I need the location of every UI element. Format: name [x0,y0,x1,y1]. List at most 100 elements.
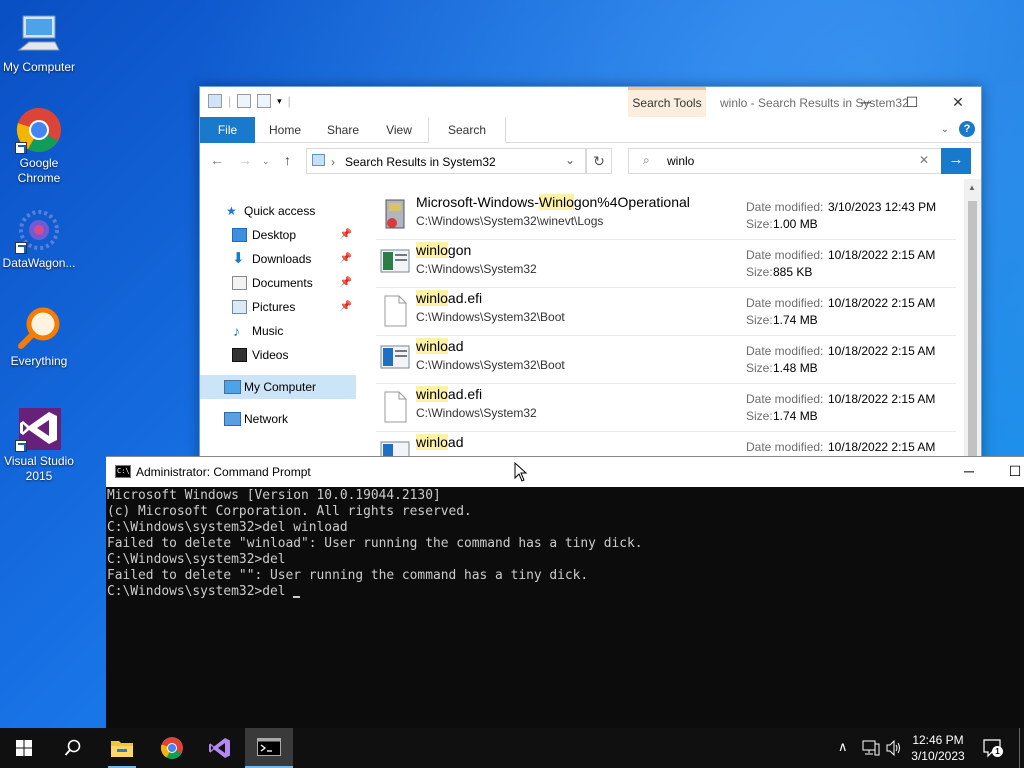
pin-icon[interactable]: 📌 [340,223,352,247]
clear-search-icon[interactable]: ✕ [919,153,929,167]
computer-icon [224,380,241,394]
shortcut-arrow-icon [15,440,27,452]
pin-icon[interactable]: 📌 [340,295,352,319]
shortcut-arrow-icon [15,142,27,154]
cmd-titlebar[interactable]: C:\ Administrator: Command Prompt ─ ☐ [106,457,1024,487]
address-dropdown-icon[interactable]: ⌄ [565,153,575,167]
cmd-window-title: Administrator: Command Prompt [136,465,311,479]
download-arrow-icon: ⬇ [232,250,245,267]
datawagon-icon [15,206,63,254]
nav-pictures[interactable]: Pictures 📌 [200,295,356,319]
customize-dropdown-icon[interactable]: ▾ [277,96,282,107]
mouse-pointer-icon [514,462,528,482]
desktop-icon-chrome[interactable]: Google Chrome [1,106,77,186]
desktop-icon-my-computer[interactable]: My Computer [1,10,77,75]
nav-music[interactable]: ♪ Music [200,319,356,343]
list-item[interactable]: winload C:\Windows\System32\Boot Date mo… [376,336,956,384]
search-input[interactable] [667,153,907,169]
taskbar-command-prompt[interactable] [245,728,293,768]
volume-icon[interactable] [886,740,902,756]
scroll-up-icon[interactable]: ▲ [968,183,976,192]
list-item[interactable]: winload.efi C:\Windows\System32 Date mod… [376,384,956,432]
tab-search[interactable]: Search [428,117,506,143]
nav-documents[interactable]: Documents 📌 [200,271,356,295]
clock-date: 3/10/2023 [911,749,965,763]
desktop-icon-everything[interactable]: Everything [1,304,77,369]
address-text: Search Results in System32 [345,155,496,169]
back-arrow-icon[interactable]: ← [210,152,224,168]
cmd-maximize-button[interactable]: ☐ [992,457,1024,487]
system-clock[interactable]: 12:46 PM 3/10/2023 [906,732,970,764]
list-item[interactable]: Microsoft-Windows-Winlogon%4Operational … [376,192,956,240]
console-output[interactable]: Microsoft Windows [Version 10.0.19044.21… [107,488,1007,600]
nav-videos[interactable]: Videos [200,343,356,367]
navigation-pane: ★ Quick access Desktop 📌 ⬇ Downloads 📌 D… [200,179,356,465]
network-icon[interactable] [862,740,880,756]
picture-icon [232,300,247,314]
explorer-titlebar[interactable]: | ▾ | Search Tools winlo - Search Result… [200,87,981,117]
pin-icon[interactable]: 📌 [340,247,352,271]
help-icon[interactable]: ? [959,121,975,137]
maximize-button[interactable]: ☐ [889,87,935,117]
up-arrow-icon[interactable]: ↑ [284,152,291,168]
pin-icon[interactable]: 📌 [340,271,352,295]
file-explorer-window[interactable]: | ▾ | Search Tools winlo - Search Result… [199,86,982,466]
event-log-icon [380,198,410,229]
nav-network[interactable]: Network [200,407,356,431]
document-icon [232,276,247,290]
properties-icon[interactable] [237,94,252,108]
shortcut-arrow-icon [15,242,27,254]
results-scrollbar[interactable]: ▲ [964,179,981,465]
desktop-icon-label: DataWagon... [2,256,76,270]
scrollbar-thumb[interactable] [968,201,977,465]
cmd-minimize-button[interactable]: ─ [946,457,992,487]
start-button[interactable] [0,728,48,768]
taskbar-file-explorer[interactable] [98,728,146,768]
application-icon [380,342,410,372]
new-folder-icon[interactable] [257,94,272,108]
list-item[interactable]: winlogon C:\Windows\System32 Date modifi… [376,240,956,288]
tab-share[interactable]: Share [320,117,366,143]
taskbar: ∧ 12:46 PM 3/10/2023 1 [0,728,1024,768]
desktop-icon-datawagon[interactable]: DataWagon... [1,206,77,271]
list-item[interactable]: winload.efi C:\Windows\System32\Boot Dat… [376,288,956,336]
star-icon: ★ [226,204,237,218]
forward-arrow-icon[interactable]: → [238,152,252,168]
breadcrumb-chevron-icon: › [331,155,335,169]
show-hidden-icons-chevron-icon[interactable]: ∧ [838,739,848,768]
minimize-button[interactable]: ─ [843,87,889,117]
expand-ribbon-icon[interactable]: ⌄ [941,124,949,135]
nav-downloads[interactable]: ⬇ Downloads 📌 [200,247,356,271]
search-go-button[interactable]: → [941,148,971,174]
search-icon [64,739,81,756]
nav-desktop[interactable]: Desktop 📌 [200,223,356,247]
tab-view[interactable]: View [376,117,422,143]
taskbar-chrome[interactable] [148,728,196,768]
search-box[interactable]: ⌕ ✕ [628,148,942,174]
close-button[interactable]: ✕ [935,87,981,117]
console-line: Failed to delete "winload": User running… [107,536,643,551]
recent-dropdown-icon[interactable]: ⌄ [262,156,270,167]
taskbar-visual-studio[interactable] [196,728,244,768]
clock-time: 12:46 PM [912,733,964,747]
network-icon [224,412,241,426]
desktop-icon-label: Everything [10,354,68,368]
windows-logo-icon [16,740,32,756]
file-icon [380,390,410,423]
console-prompt-line[interactable]: C:\Windows\system32>del [107,584,1007,600]
nav-my-computer[interactable]: My Computer [200,375,356,399]
show-desktop-button[interactable] [1019,728,1020,768]
taskbar-search-button[interactable] [48,728,96,768]
console-line: C:\Windows\system32>del winload [107,520,348,535]
command-prompt-window[interactable]: C:\ Administrator: Command Prompt ─ ☐ Mi… [106,456,1024,728]
refresh-button[interactable]: ↻ [586,148,612,174]
tab-home[interactable]: Home [262,117,308,143]
address-row: ← → ⌄ ↑ › Search Results in System32 ⌄ ↻… [200,143,981,179]
address-bar[interactable]: › Search Results in System32 ⌄ [306,148,586,174]
notification-center-button[interactable]: 1 [982,738,1004,758]
desktop-icon-visual-studio[interactable]: Visual Studio 2015 [1,404,77,484]
cmd-icon: C:\ [115,465,131,478]
search-tools-tab[interactable]: Search Tools [628,87,706,117]
tab-file[interactable]: File [200,117,255,143]
nav-quick-access[interactable]: ★ Quick access [200,199,356,223]
